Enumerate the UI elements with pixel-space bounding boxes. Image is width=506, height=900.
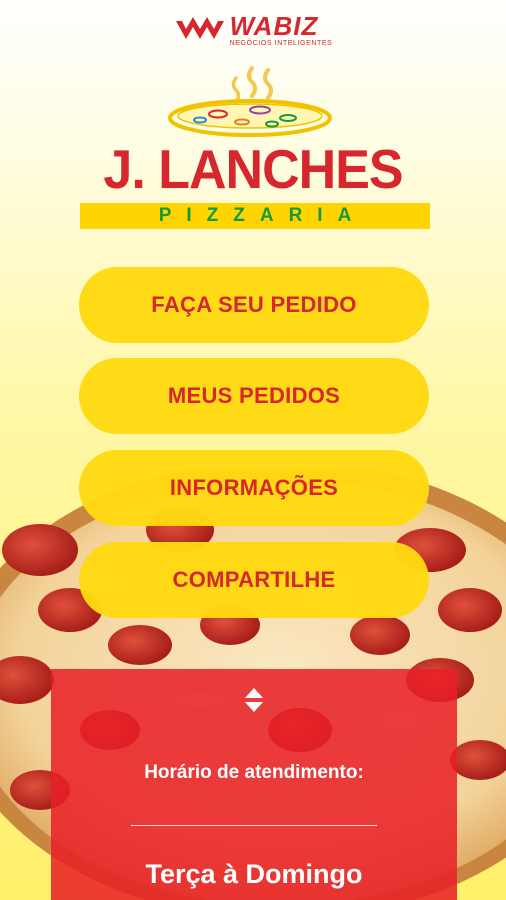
opening-hours-panel: Horário de atendimento: Terça à Domingo — [51, 669, 457, 900]
up-down-arrows-icon[interactable] — [242, 685, 266, 715]
share-button-label: COMPARTILHE — [172, 567, 336, 592]
my-orders-button-label: MEUS PEDIDOS — [167, 383, 341, 408]
opening-hours-label: Horário de atendimento: — [144, 762, 364, 783]
information-button-label: INFORMAÇÕES — [169, 475, 339, 500]
information-button[interactable]: INFORMAÇÕES — [79, 450, 429, 526]
divider — [131, 825, 377, 826]
wabiz-tagline: NEGÓCIOS INTELIGENTES — [229, 40, 333, 47]
wabiz-logo-icon — [175, 17, 224, 39]
pizza-steam-logo-icon — [168, 66, 332, 137]
wabiz-name: WABIZ — [229, 11, 319, 41]
order-button-label: FAÇA SEU PEDIDO — [151, 292, 357, 317]
logo-subtitle-band: PIZZARIA — [80, 203, 430, 229]
order-button[interactable]: FAÇA SEU PEDIDO — [79, 267, 429, 343]
wabiz-brand: WABIZ NEGÓCIOS INTELIGENTES — [0, 8, 506, 52]
my-orders-button[interactable]: MEUS PEDIDOS — [79, 358, 429, 434]
logo-title: J. LANCHES — [103, 139, 403, 201]
share-button[interactable]: COMPARTILHE — [79, 542, 429, 618]
logo-subtitle: PIZZARIA — [158, 205, 367, 226]
opening-days: Terça à Domingo — [145, 859, 363, 889]
